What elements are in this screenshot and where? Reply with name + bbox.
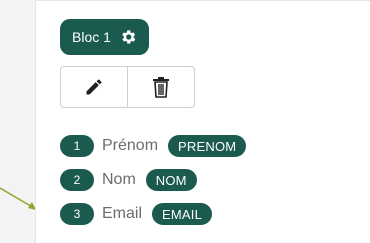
bloc-settings-button[interactable]: Bloc 1 xyxy=(60,19,149,55)
field-tag: EMAIL xyxy=(152,203,213,225)
bloc-label: Bloc 1 xyxy=(72,29,111,45)
field-label: Prénom xyxy=(102,137,159,154)
gear-icon xyxy=(122,30,136,44)
field-row-prenom[interactable]: 1 Prénom PRENOM xyxy=(60,135,247,157)
block-panel: Bloc 1 1 Prénom PRENOM 2 Nom NOM 3 Email… xyxy=(35,0,370,243)
field-number-badge: 1 xyxy=(60,135,94,157)
delete-button[interactable] xyxy=(127,66,195,108)
field-list: 1 Prénom PRENOM 2 Nom NOM 3 Email EMAIL xyxy=(60,135,247,237)
field-label: Nom xyxy=(102,171,136,188)
field-number-badge: 2 xyxy=(60,169,94,191)
field-tag: PRENOM xyxy=(168,135,247,157)
edit-button[interactable] xyxy=(60,66,128,108)
trash-icon xyxy=(153,77,169,98)
field-number-badge: 3 xyxy=(60,203,94,225)
pencil-icon xyxy=(86,79,102,95)
field-tag: NOM xyxy=(145,169,197,191)
field-row-email[interactable]: 3 Email EMAIL xyxy=(60,203,246,225)
action-button-group xyxy=(60,66,195,108)
field-label: Email xyxy=(102,205,143,222)
pointer-arrow-icon xyxy=(0,187,36,210)
field-row-nom[interactable]: 2 Nom NOM xyxy=(60,169,246,191)
